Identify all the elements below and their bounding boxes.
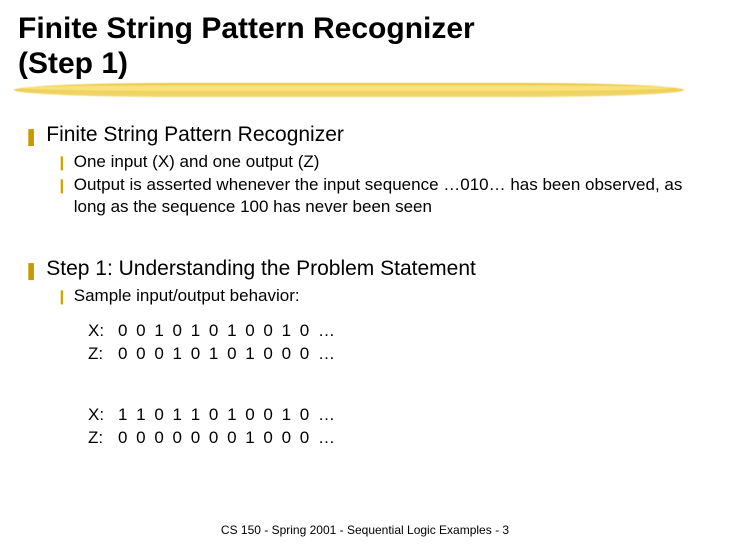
example-row: Z: 0 0 0 1 0 1 0 1 0 0 0 … — [88, 343, 712, 366]
section-heading: ❚ Step 1: Understanding the Problem Stat… — [24, 257, 712, 281]
spacer — [18, 219, 712, 251]
slide: Finite String Pattern Recognizer (Step 1… — [0, 0, 730, 450]
bullet-l2-icon: ❙ — [56, 177, 68, 195]
brush-stroke-icon — [14, 83, 684, 97]
section2-heading-text: Step 1: Understanding the Problem Statem… — [46, 257, 476, 281]
x-label: X: — [88, 320, 118, 343]
x-sequence: 0 0 1 0 1 0 1 0 0 1 0 … — [118, 320, 335, 343]
example-row: X: 0 0 1 0 1 0 1 0 0 1 0 … — [88, 320, 712, 343]
example-block: X: 1 1 0 1 1 0 1 0 0 1 0 … Z: 0 0 0 0 0 … — [88, 404, 712, 450]
z-label: Z: — [88, 343, 118, 366]
bullet-l1-icon: ❚ — [24, 127, 38, 147]
slide-footer: CS 150 - Spring 2001 - Sequential Logic … — [0, 523, 730, 537]
slide-title: Finite String Pattern Recognizer (Step 1… — [18, 12, 712, 81]
spacer — [18, 370, 712, 390]
bullet-l2-icon: ❙ — [56, 154, 68, 172]
bullet-item: ❙ One input (X) and one output (Z) — [56, 151, 712, 172]
title-line-1: Finite String Pattern Recognizer — [18, 12, 475, 45]
z-sequence: 0 0 0 1 0 1 0 1 0 0 0 … — [118, 343, 335, 366]
example-block: X: 0 0 1 0 1 0 1 0 0 1 0 … Z: 0 0 0 1 0 … — [88, 320, 712, 366]
bullet-item: ❙ Output is asserted whenever the input … — [56, 174, 712, 217]
bullet-l2-icon: ❙ — [56, 288, 68, 306]
x-label: X: — [88, 404, 118, 427]
title-line-2: (Step 1) — [18, 47, 128, 80]
bullet-item: ❙ Sample input/output behavior: — [56, 285, 712, 306]
z-label: Z: — [88, 427, 118, 450]
example-row: X: 1 1 0 1 1 0 1 0 0 1 0 … — [88, 404, 712, 427]
bullet-l1-icon: ❚ — [24, 261, 38, 281]
section1-b1: One input (X) and one output (Z) — [74, 151, 320, 172]
section1-heading-text: Finite String Pattern Recognizer — [46, 123, 344, 147]
section2-b1: Sample input/output behavior: — [74, 285, 300, 306]
section-heading: ❚ Finite String Pattern Recognizer — [24, 123, 712, 147]
z-sequence: 0 0 0 0 0 0 0 1 0 0 0 … — [118, 427, 335, 450]
x-sequence: 1 1 0 1 1 0 1 0 0 1 0 … — [118, 404, 335, 427]
section1-b2: Output is asserted whenever the input se… — [74, 174, 712, 217]
example-row: Z: 0 0 0 0 0 0 0 1 0 0 0 … — [88, 427, 712, 450]
title-underline — [18, 83, 712, 101]
